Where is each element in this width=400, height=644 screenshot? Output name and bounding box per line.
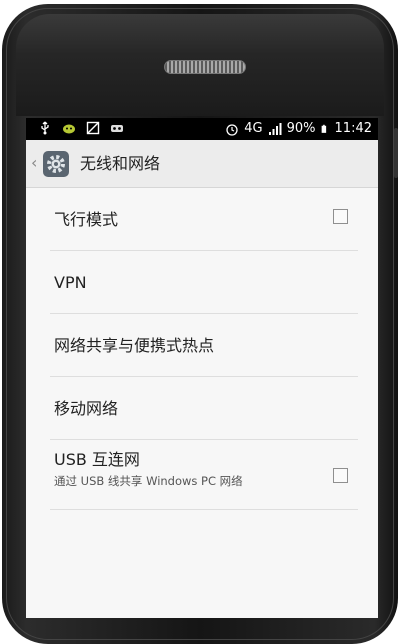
network-type: 4G — [244, 121, 263, 136]
screen: 4G 90% 11:42 ‹ 无线和网络 飞行模式 VPN 网络共享与便携式热点… — [26, 118, 378, 618]
voicemail-icon — [111, 125, 123, 132]
image-icon — [86, 121, 100, 135]
settings-gear-icon[interactable] — [42, 150, 70, 178]
list-item-title: 移动网络 — [54, 399, 119, 418]
page-title: 无线和网络 — [80, 154, 161, 173]
status-bar: 4G 90% 11:42 — [26, 118, 378, 140]
list-item-title: USB 互连网 — [54, 450, 140, 469]
vpn-item[interactable]: VPN — [50, 251, 358, 314]
clock: 11:42 — [334, 121, 372, 136]
side-button — [394, 128, 398, 178]
list-item-title: 飞行模式 — [54, 210, 119, 229]
usb-icon — [41, 121, 49, 135]
list-item-subtitle: 通过 USB 线共享 Windows PC 网络 — [54, 474, 243, 488]
airplane-mode-checkbox[interactable] — [333, 209, 348, 224]
settings-list: 飞行模式 VPN 网络共享与便携式热点 移动网络 USB 互连网 通过 USB … — [26, 188, 378, 510]
back-caret-icon[interactable]: ‹ — [31, 153, 37, 173]
phone-frame: 4G 90% 11:42 ‹ 无线和网络 飞行模式 VPN 网络共享与便携式热点… — [2, 4, 398, 644]
list-item-title: VPN — [54, 273, 87, 292]
alarm-icon — [226, 124, 238, 136]
battery-percent: 90% — [286, 121, 316, 136]
signal-icon — [268, 123, 282, 135]
earpiece-speaker — [164, 60, 246, 74]
action-bar: ‹ 无线和网络 — [26, 140, 378, 188]
mobile-network-item[interactable]: 移动网络 — [50, 377, 358, 440]
battery-icon — [321, 124, 326, 133]
tethering-hotspot-item[interactable]: 网络共享与便携式热点 — [50, 314, 358, 377]
list-item-title: 网络共享与便携式热点 — [54, 336, 215, 355]
android-icon — [63, 124, 75, 134]
usb-internet-checkbox[interactable] — [333, 468, 348, 483]
usb-internet-item[interactable]: USB 互连网 通过 USB 线共享 Windows PC 网络 — [50, 440, 358, 510]
airplane-mode-item[interactable]: 飞行模式 — [50, 188, 358, 251]
